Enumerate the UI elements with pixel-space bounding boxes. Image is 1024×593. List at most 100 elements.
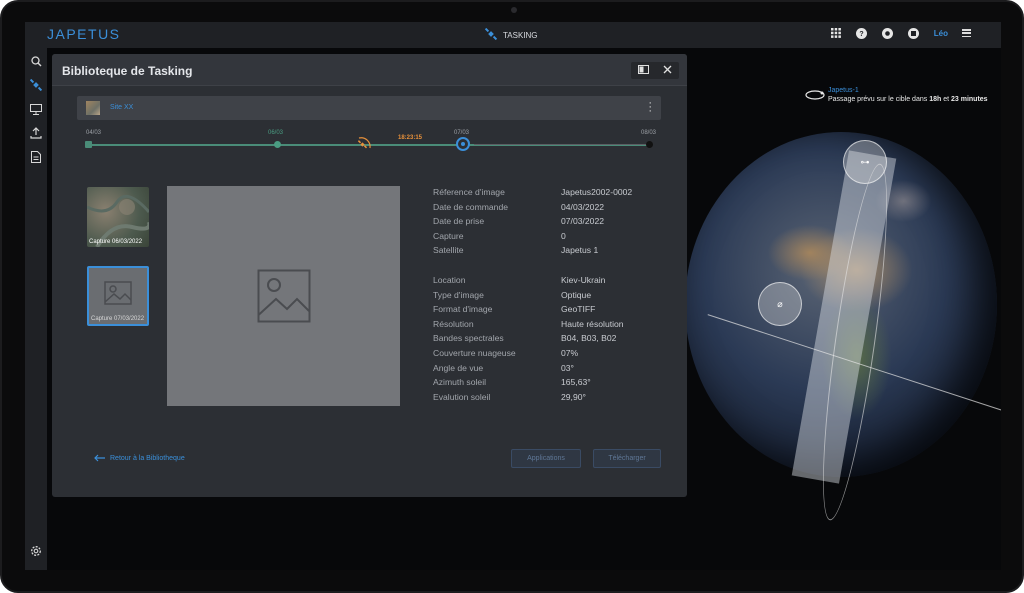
app-screen: JAPETUS TASKING ? Léo ⊶ ⌀ Japetus-1 Pass…	[25, 22, 1001, 570]
timeline-remaining	[474, 144, 652, 145]
satellite-icon	[484, 27, 498, 42]
timeline-end-date: 08/03	[641, 130, 657, 136]
help-icon[interactable]: ?	[856, 27, 868, 39]
metadata-key: Azimuth soleil	[433, 377, 487, 388]
metadata-value: GeoTIFF	[561, 304, 596, 315]
module-label: TASKING	[503, 30, 538, 40]
metadata-value: 165,63°	[561, 377, 591, 388]
metadata-row: Réference d'image Japetus2002-0002	[433, 187, 683, 202]
metadata-row: Type d'image Optique	[433, 290, 683, 305]
metadata-key: Evalution soleil	[433, 391, 491, 402]
metadata-row: Angle de vue 03°	[433, 363, 683, 378]
camera-dot	[511, 7, 517, 13]
metadata-value: 03°	[561, 362, 574, 373]
settings-icon[interactable]	[29, 544, 43, 558]
arrow-left-icon	[94, 454, 105, 462]
back-to-library-link[interactable]: Retour à la Bibliotheque	[94, 454, 185, 462]
timeline-capture-date: 07/03	[454, 130, 470, 136]
image-preview[interactable]	[167, 186, 400, 406]
target-marker[interactable]: ⊶	[843, 140, 887, 184]
pass-minutes: 23 minutes	[951, 96, 988, 103]
metadata-key: Satellite	[433, 245, 464, 256]
metadata-value: Japetus2002-0002	[561, 187, 633, 197]
metadata-key: Type d'image	[433, 289, 484, 300]
search-icon[interactable]	[29, 54, 43, 68]
document-icon[interactable]	[29, 150, 43, 164]
metadata-key: Couverture nuageuse	[433, 347, 516, 358]
metadata-row: Date de commande 04/03/2022	[433, 202, 683, 217]
app-logo[interactable]: JAPETUS	[47, 26, 121, 42]
timeline-start-date: 04/03	[86, 130, 102, 136]
metadata-row: Couverture nuageuse 07%	[433, 348, 683, 363]
module-indicator: TASKING	[484, 27, 538, 42]
metadata-key: Réference d'image	[433, 187, 505, 197]
back-label: Retour à la Bibliotheque	[110, 454, 185, 462]
modal-title: Biblioteque de Tasking	[62, 64, 193, 78]
satellite-time-icon[interactable]	[356, 136, 372, 157]
capture-thumbnail[interactable]: Capture 06/03/2022	[87, 187, 149, 247]
pass-and: et	[943, 96, 950, 103]
site-bar[interactable]: Site XX · · ·	[77, 96, 661, 120]
satellite-icon[interactable]	[29, 78, 43, 92]
metadata-key: Capture	[433, 230, 464, 241]
timeline-current-time: 18:23:15	[398, 135, 423, 141]
more-options-icon[interactable]: · · ·	[648, 98, 652, 117]
metadata-row: Capture 0	[433, 231, 683, 246]
download-button[interactable]: Télécharger	[593, 449, 661, 468]
status-icon[interactable]	[882, 27, 894, 39]
metadata-value: 29,90°	[561, 391, 586, 402]
metadata-key: Format d'image	[433, 304, 493, 315]
image-placeholder-icon	[257, 269, 311, 323]
metadata-row: Bandes spectrales B04, B03, B02	[433, 333, 683, 348]
modal-header-actions	[631, 62, 679, 79]
metadata-row: Format d'image GeoTIFF	[433, 304, 683, 319]
capture-thumbnail-selected[interactable]: Capture 07/03/2022	[87, 266, 149, 326]
image-metadata: Réference d'image Japetus2002-0002 Date d…	[433, 187, 683, 406]
site-name[interactable]: Site XX	[110, 104, 133, 111]
timeline-order-marker[interactable]	[274, 141, 281, 148]
metadata-key: Résolution	[433, 318, 474, 329]
applications-button[interactable]: Applications	[511, 449, 581, 468]
pass-hours: 18h	[929, 96, 942, 103]
satellite-target-icon: ⊶	[860, 156, 870, 167]
metadata-key: Location	[433, 274, 466, 285]
metadata-value: 07/03/2022	[561, 216, 605, 227]
tasking-library-modal: Biblioteque de Tasking Site XX · · · 04/03…	[52, 54, 687, 497]
modal-header: Biblioteque de Tasking	[52, 54, 687, 86]
site-thumbnail	[86, 101, 100, 115]
timeline-track[interactable]	[85, 137, 653, 151]
top-bar: JAPETUS TASKING ? Léo	[25, 22, 1001, 48]
metadata-row: Satellite Japetus 1	[433, 245, 683, 260]
device-frame: JAPETUS TASKING ? Léo ⊶ ⌀ Japetus-1 Pass…	[0, 0, 1024, 593]
metadata-value: 04/03/2022	[561, 201, 605, 212]
metadata-spacer	[433, 260, 683, 275]
globe-view[interactable]: ⊶ ⌀	[665, 122, 1001, 524]
metadata-value: Optique	[561, 289, 592, 300]
metadata-row: Evalution soleil 29,90°	[433, 392, 683, 407]
metadata-row: Location Kiev-Ukrain	[433, 275, 683, 290]
upload-icon[interactable]	[29, 126, 43, 140]
timeline-capture-marker[interactable]	[456, 137, 470, 151]
pass-info: Passage prévu sur le cible dans 18h et 2…	[828, 96, 988, 103]
satellite-position-marker[interactable]: ⌀	[758, 282, 802, 326]
metadata-value: Japetus 1	[561, 245, 599, 256]
metadata-row: Date de prise 07/03/2022	[433, 216, 683, 231]
apps-grid-icon[interactable]	[830, 27, 842, 39]
satellite-position-icon: ⌀	[777, 298, 783, 309]
orbit-icon	[805, 90, 825, 100]
image-placeholder-icon	[104, 281, 132, 305]
timeline-end-marker[interactable]	[646, 141, 653, 148]
metadata-value: Kiev-Ukrain	[561, 274, 606, 285]
close-icon[interactable]	[663, 65, 672, 77]
notifications-icon[interactable]	[908, 27, 920, 39]
dock-icon[interactable]	[638, 64, 649, 77]
svg-text:?: ?	[860, 31, 864, 38]
user-name[interactable]: Léo	[934, 29, 948, 38]
menu-icon[interactable]	[962, 29, 971, 37]
monitor-icon[interactable]	[29, 102, 43, 116]
metadata-key: Bandes spectrales	[433, 333, 504, 344]
metadata-key: Angle de vue	[433, 362, 484, 373]
satellite-info: Japetus-1 Passage prévu sur le cible dan…	[805, 87, 988, 103]
sidebar	[25, 48, 47, 570]
timeline-start-marker[interactable]	[85, 141, 92, 148]
